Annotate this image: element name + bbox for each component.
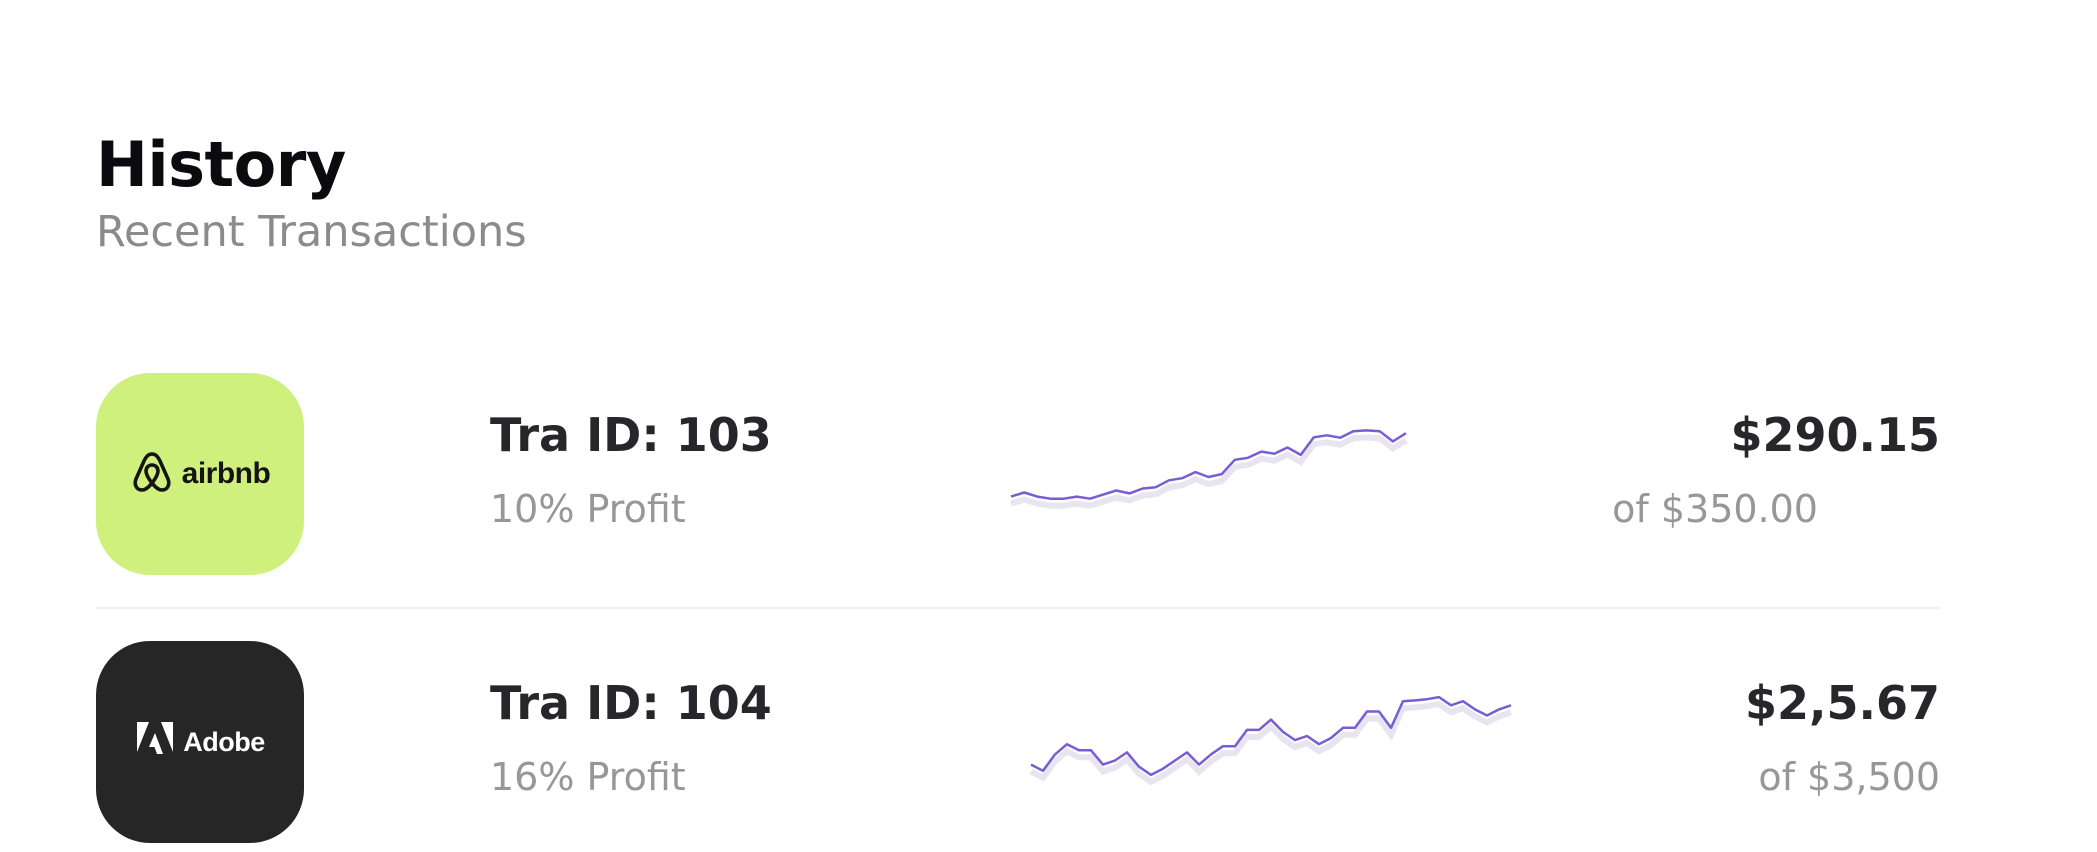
transaction-amount: $290.15 — [1730, 408, 1940, 462]
trend-sparkline — [1029, 695, 1512, 786]
transaction-profit: 10% Profit — [490, 487, 686, 531]
merchant-logo-airbnb: airbnb — [96, 373, 304, 575]
transaction-total: of $350.00 — [1612, 487, 1818, 531]
merchant-logo-label: Adobe — [183, 726, 265, 757]
transaction-amount: $2,5.67 — [1745, 676, 1940, 730]
trend-sparkline — [1010, 429, 1408, 509]
airbnb-logo-icon — [130, 448, 174, 500]
page-title: History — [96, 128, 346, 201]
trend-line-shadow — [1010, 434, 1408, 509]
adobe-logo-icon — [135, 722, 175, 762]
history-header: History Recent Transactions — [96, 126, 527, 260]
transaction-profit: 16% Profit — [490, 755, 686, 799]
page-subtitle: Recent Transactions — [96, 207, 527, 257]
transaction-id: Tra ID: 104 — [490, 676, 772, 730]
transaction-row[interactable]: airbnb Tra ID: 103 10% Profit $290.15 of… — [96, 373, 1940, 579]
merchant-logo-label: airbnb — [181, 457, 271, 490]
transaction-row[interactable]: Adobe Tra ID: 104 16% Profit $2,5.67 of … — [96, 641, 1940, 847]
merchant-logo-adobe: Adobe — [96, 641, 304, 843]
row-divider — [96, 607, 1940, 609]
transaction-total: of $3,500 — [1758, 755, 1940, 799]
trend-line — [1030, 695, 1512, 777]
transaction-id: Tra ID: 103 — [490, 408, 772, 462]
trend-line-shadow — [1029, 700, 1512, 786]
